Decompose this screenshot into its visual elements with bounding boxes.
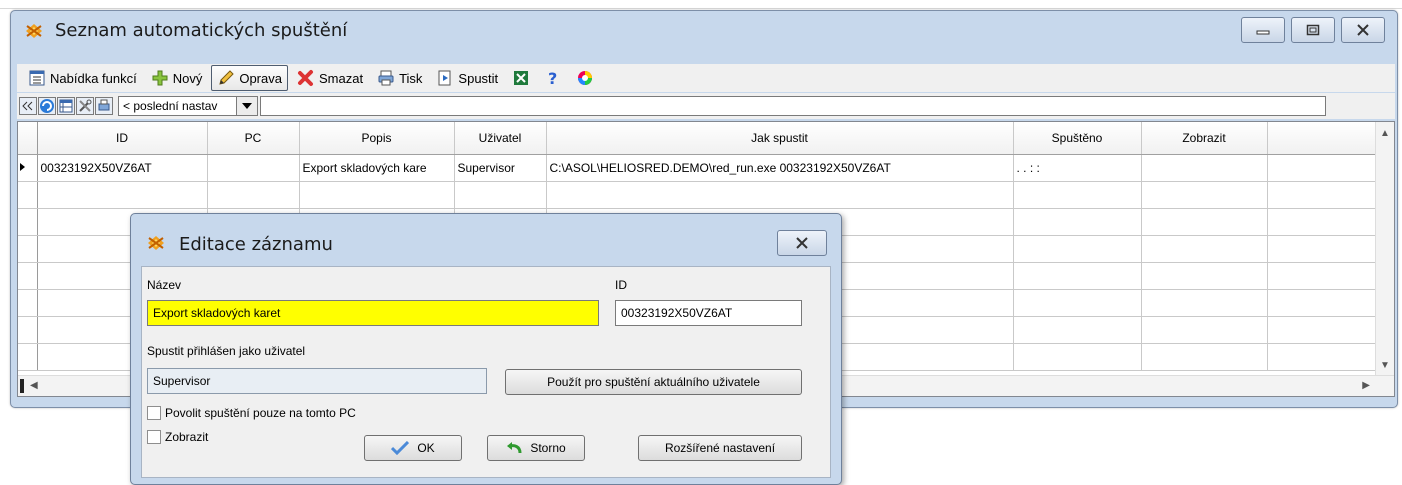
row-pointer-icon: [20, 163, 25, 171]
background-window-edge: [0, 0, 1402, 9]
table-view-icon[interactable]: [57, 97, 75, 115]
check-icon: [391, 441, 410, 455]
cell-uzivatel[interactable]: Supervisor: [454, 154, 547, 182]
refresh-icon[interactable]: [38, 97, 56, 115]
name-label: Název: [147, 278, 182, 292]
close-icon: [1357, 24, 1369, 36]
allow-pc-only-checkbox[interactable]: Povolit spuštění pouze na tomto PC: [147, 406, 356, 420]
cell-spusteno[interactable]: . . : :: [1013, 154, 1142, 182]
column-header-spusteno[interactable]: Spuštěno: [1013, 122, 1142, 155]
filter-bar: < poslední nastav: [17, 93, 1395, 119]
cell-filler: [1267, 154, 1378, 182]
row-indicator-header: [18, 122, 38, 155]
window-title: Seznam automatických spuštění: [55, 20, 348, 41]
scroll-up-icon[interactable]: ▲: [1380, 128, 1390, 139]
maximize-icon: [1306, 24, 1320, 36]
dialog-title: Editace záznamu: [179, 234, 333, 255]
filter-input[interactable]: [260, 96, 1326, 116]
scroll-left-icon[interactable]: ◀: [30, 380, 38, 391]
close-icon: [796, 237, 808, 249]
empty-row: [18, 181, 1378, 209]
id-label: ID: [615, 278, 627, 292]
run-as-user-label: Spustit přihlášen jako uživatel: [147, 344, 306, 358]
show-checkbox[interactable]: Zobrazit: [147, 430, 208, 444]
toolbar: Nabídka funkcí Nový Oprava Smazat Tisk S…: [17, 64, 1395, 92]
toolbar-edit-button[interactable]: Oprava: [211, 65, 288, 91]
grid-header-row: ID PC Popis Uživatel Jak spustit Spuštěn…: [18, 122, 1378, 155]
chevron-down-icon[interactable]: [236, 97, 257, 115]
vertical-scrollbar[interactable]: ▲ ▼: [1375, 122, 1394, 377]
collapse-arrows-icon[interactable]: [19, 97, 37, 115]
print-preview-icon[interactable]: [95, 97, 113, 115]
delete-x-icon: [297, 69, 315, 87]
scroll-right-icon[interactable]: ▶: [1362, 380, 1370, 391]
column-header-jak-spustit[interactable]: Jak spustit: [546, 122, 1014, 155]
ok-button[interactable]: OK: [364, 435, 462, 461]
undo-arrow-icon: [507, 442, 522, 454]
current-row-indicator: [18, 154, 38, 182]
filter-preset-select[interactable]: < poslední nastav: [118, 96, 258, 116]
advanced-settings-button[interactable]: Rozšířené nastavení: [638, 435, 802, 461]
column-header-zobrazit[interactable]: Zobrazit: [1141, 122, 1268, 155]
window-titlebar[interactable]: Seznam automatických spuštění: [11, 11, 1397, 61]
cancel-button[interactable]: Storno: [487, 435, 585, 461]
help-icon: ?: [544, 69, 562, 87]
color-wheel-icon: [576, 69, 594, 87]
id-field[interactable]: 00323192X50VZ6AT: [615, 300, 802, 326]
run-as-user-field[interactable]: Supervisor: [147, 368, 487, 394]
excel-icon: [512, 69, 530, 87]
cell-pc[interactable]: [207, 154, 300, 182]
filter-preset-value: < poslední nastav: [123, 99, 218, 113]
caption-buttons: [1241, 17, 1385, 43]
maximize-button[interactable]: [1291, 17, 1335, 43]
toolbar-excel-button[interactable]: [507, 66, 535, 90]
svg-text:?: ?: [548, 69, 557, 87]
toolbar-print-button[interactable]: Tisk: [372, 66, 427, 90]
toolbar-help-button[interactable]: ?: [539, 66, 567, 90]
plus-icon: [151, 69, 169, 87]
minimize-button[interactable]: [1241, 17, 1285, 43]
toolbar-menu-button[interactable]: Nabídka funkcí: [23, 66, 142, 90]
pencil-icon: [217, 69, 235, 87]
column-header-pc[interactable]: PC: [207, 122, 300, 155]
dialog-close-button[interactable]: [777, 230, 827, 256]
hscroll-marker: [20, 379, 24, 393]
column-header-id[interactable]: ID: [37, 122, 208, 155]
edit-record-dialog: Editace záznamu Název Export skladových …: [130, 213, 842, 485]
table-row[interactable]: 00323192X50VZ6AT Export skladových kare …: [18, 154, 1378, 182]
column-header-popis[interactable]: Popis: [299, 122, 455, 155]
checkbox-box[interactable]: [147, 430, 161, 444]
column-header-uzivatel[interactable]: Uživatel: [454, 122, 547, 155]
dialog-body: Název Export skladových karet ID 0032319…: [141, 266, 831, 478]
close-button[interactable]: [1341, 17, 1385, 43]
helios-app-icon: [25, 22, 43, 40]
minimize-icon: [1256, 30, 1270, 35]
toolbar-new-button[interactable]: Nový: [146, 66, 208, 90]
column-header-filler: [1267, 122, 1378, 155]
printer-icon: [377, 69, 395, 87]
toolbar-color-button[interactable]: [571, 66, 599, 90]
name-field[interactable]: Export skladových karet: [147, 300, 599, 326]
toolbar-run-button[interactable]: Spustit: [431, 66, 503, 90]
menu-list-icon: [28, 69, 46, 87]
tools-icon[interactable]: [76, 97, 94, 115]
cell-zobrazit[interactable]: [1141, 154, 1268, 182]
run-icon: [436, 69, 454, 87]
checkbox-box[interactable]: [147, 406, 161, 420]
use-current-user-button[interactable]: Použít pro spuštění aktuálního uživatele: [505, 369, 802, 395]
cell-jak-spustit[interactable]: C:\ASOL\HELIOSRED.DEMO\red_run.exe 00323…: [546, 154, 1014, 182]
cell-id[interactable]: 00323192X50VZ6AT: [37, 154, 208, 182]
helios-app-icon: [147, 234, 165, 252]
cell-popis[interactable]: Export skladových kare: [299, 154, 455, 182]
toolbar-delete-button[interactable]: Smazat: [292, 66, 368, 90]
scroll-down-icon[interactable]: ▼: [1380, 360, 1390, 371]
